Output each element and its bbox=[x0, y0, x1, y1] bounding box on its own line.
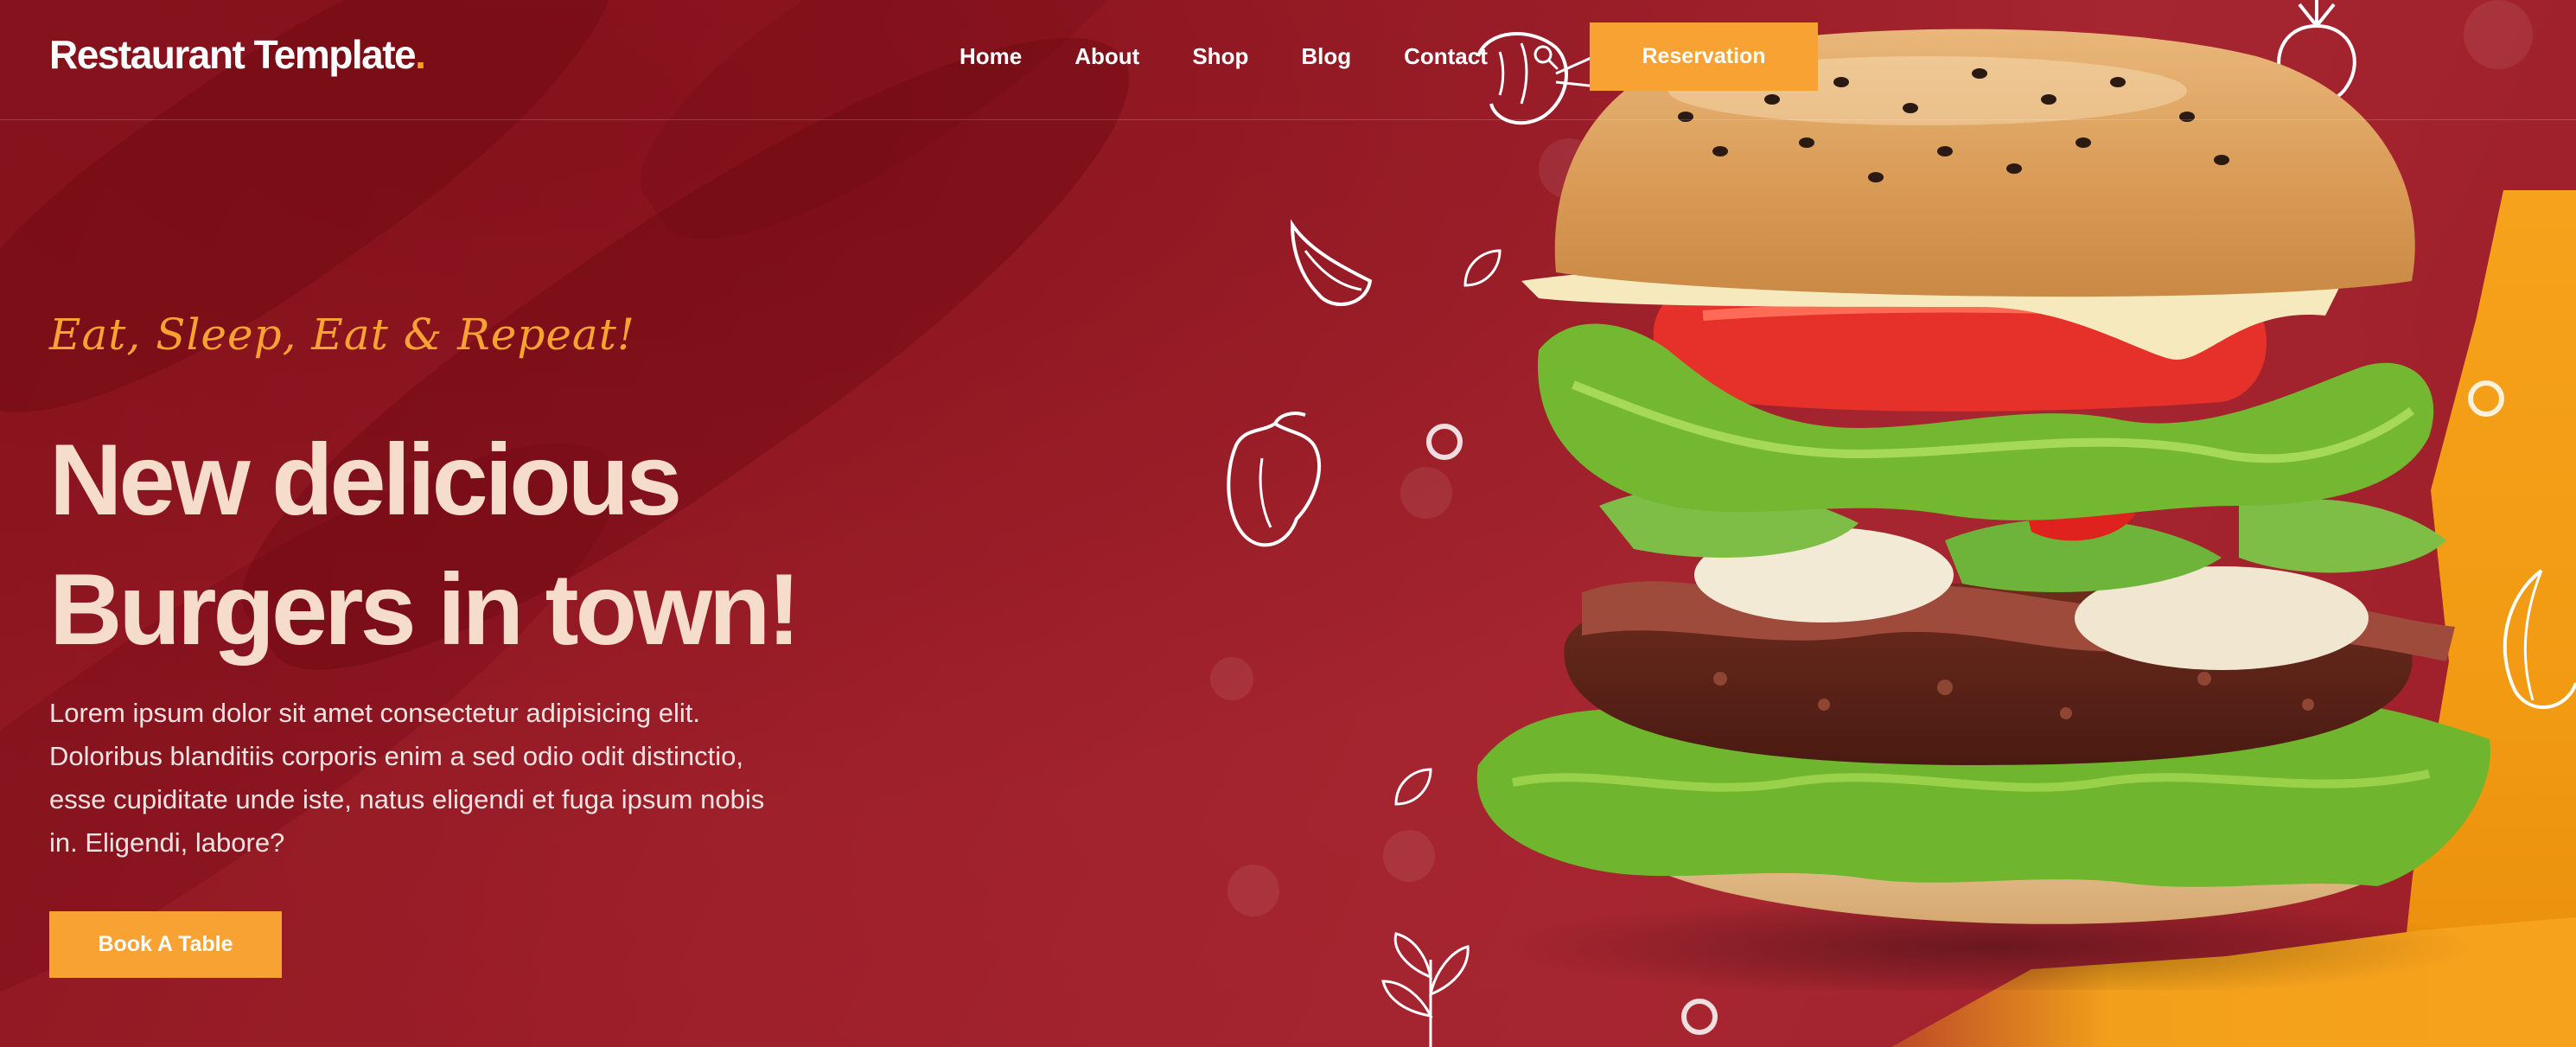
garlic-doodle bbox=[1290, 219, 1373, 306]
bokeh-dot bbox=[1383, 830, 1435, 882]
leaf-doodle bbox=[1394, 768, 1432, 806]
bokeh-dot bbox=[1227, 865, 1279, 916]
hero-headline: New delicious Burgers in town! bbox=[49, 415, 1000, 674]
hero-headline-line: New delicious bbox=[49, 423, 682, 536]
nav-about[interactable]: About bbox=[1074, 41, 1139, 71]
hero-headline-line: Burgers in town! bbox=[49, 552, 801, 666]
bokeh-dot bbox=[1210, 657, 1253, 700]
site-header: Restaurant Template. Home About Shop Blo… bbox=[0, 0, 2576, 120]
pepper-doodle bbox=[1227, 412, 1322, 547]
book-table-button[interactable]: Book A Table bbox=[49, 911, 282, 978]
search-button[interactable] bbox=[1528, 40, 1563, 74]
brand-dot: . bbox=[415, 32, 426, 77]
hero-tagline: Eat, Sleep, Eat & Repeat! bbox=[49, 310, 635, 360]
nav-blog[interactable]: Blog bbox=[1301, 41, 1351, 71]
main-nav: Home About Shop Blog Contact bbox=[960, 41, 1488, 71]
nav-shop[interactable]: Shop bbox=[1192, 41, 1248, 71]
burger-image bbox=[1476, 29, 2490, 990]
nav-contact[interactable]: Contact bbox=[1404, 41, 1488, 71]
brand-name: Restaurant Template bbox=[49, 32, 417, 77]
ring-decoration bbox=[1426, 424, 1463, 460]
ring-decoration bbox=[1681, 999, 1718, 1035]
search-icon bbox=[1533, 45, 1559, 70]
hero-description: Lorem ipsum dolor sit amet consectetur a… bbox=[49, 698, 765, 858]
reservation-button[interactable]: Reservation bbox=[1590, 22, 1818, 91]
nav-home[interactable]: Home bbox=[960, 41, 1022, 71]
site-logo[interactable]: Restaurant Template. bbox=[49, 31, 426, 78]
bokeh-dot bbox=[1400, 467, 1452, 519]
